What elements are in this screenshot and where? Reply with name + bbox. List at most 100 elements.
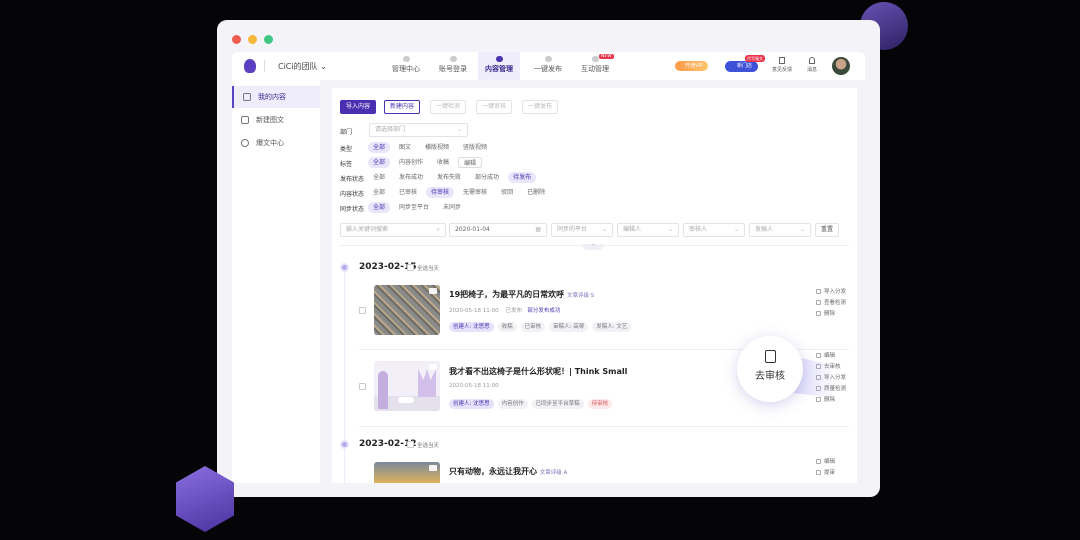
- select-day-checkbox[interactable]: [407, 264, 414, 271]
- item-tag: 创建人: 沈思思: [449, 322, 494, 332]
- close-window-button[interactable]: [232, 35, 241, 44]
- date-picker[interactable]: 2020-01-04 ▦: [449, 223, 547, 237]
- filter-option[interactable]: 编辑: [458, 157, 483, 168]
- filter-option[interactable]: 驳回: [496, 187, 518, 198]
- nav-label: 内容管理: [485, 65, 513, 73]
- feedback-label: 意见反馈: [772, 67, 793, 73]
- team-switcher[interactable]: CiCi的团队 ⌄: [278, 61, 327, 72]
- filter-option[interactable]: 全部: [368, 157, 391, 168]
- filter-option[interactable]: 同步至平台: [394, 202, 434, 213]
- filter-option[interactable]: 无需审核: [458, 187, 492, 198]
- filter-option[interactable]: 发布失败: [432, 172, 466, 183]
- action-label: 删除: [824, 311, 836, 317]
- editor-select[interactable]: 编辑人 ⌄: [617, 223, 679, 237]
- editor-placeholder: 编辑人: [623, 226, 642, 233]
- batch-publish-button[interactable]: 一键发布: [522, 100, 559, 114]
- collapse-filters-button[interactable]: ^: [582, 244, 604, 250]
- item-action-button[interactable]: 删除: [816, 309, 835, 317]
- action-icon: [816, 459, 821, 464]
- minimize-window-button[interactable]: [248, 35, 257, 44]
- feedback-button[interactable]: 意见反馈: [772, 57, 792, 73]
- nav-manage[interactable]: 管理中心: [383, 52, 429, 80]
- messages-label: 消息: [807, 67, 818, 73]
- item-tag: 收稿: [497, 322, 517, 332]
- filter-label: 类型: [340, 146, 353, 153]
- reset-button[interactable]: 重置: [815, 223, 840, 237]
- grade-label: 文章评级 A: [539, 470, 568, 476]
- item-title[interactable]: 只有动物，永远让我开心 文章评级 A: [449, 466, 567, 477]
- item-action-button[interactable]: 导入分发: [816, 287, 846, 295]
- filter-option[interactable]: 内容创作: [394, 157, 428, 168]
- filter-option[interactable]: 全部: [368, 202, 391, 213]
- filter-option[interactable]: 待发布: [508, 172, 537, 183]
- select-all-day-label: 全选当天: [417, 266, 440, 272]
- search-placeholder: 输入关键词搜索: [346, 226, 389, 233]
- new-content-button[interactable]: 新建内容: [384, 100, 421, 114]
- item-title[interactable]: 19把椅子，为最平凡的日常欢呼 文章评级 S: [449, 289, 594, 300]
- partial-success-status: 部分发布成功: [527, 308, 561, 314]
- document-icon: [779, 57, 785, 64]
- platform-placeholder: 同步的平台: [557, 226, 588, 233]
- item-checkbox[interactable]: [359, 383, 366, 390]
- filter-option[interactable]: 收稿: [432, 157, 454, 168]
- platform-select[interactable]: 同步的平台 ⌄: [551, 223, 613, 237]
- filter-option[interactable]: 全部: [368, 142, 391, 153]
- maximize-window-button[interactable]: [264, 35, 273, 44]
- messages-button[interactable]: 消息: [807, 57, 817, 73]
- filter-option[interactable]: 横版视频: [420, 142, 454, 153]
- filter-option[interactable]: 部分成功: [470, 172, 504, 183]
- item-action-button[interactable]: 编辑: [816, 457, 835, 465]
- batch-review-button[interactable]: 一键审核: [476, 100, 513, 114]
- filter-option[interactable]: 全部: [368, 172, 390, 183]
- sidebar-label: 我的内容: [258, 93, 286, 101]
- item-checkbox[interactable]: [359, 307, 366, 314]
- chevron-down-icon: ⌄: [456, 126, 462, 133]
- logo-icon: [244, 59, 256, 73]
- content-panel: 导入内容 新建内容 一键检测 一键审核 一键发布 部门 请选择部门 ⌄ 类型 全部图…: [332, 88, 857, 483]
- key-document-icon: [764, 350, 776, 363]
- nav-label: 一键发布: [534, 65, 562, 73]
- filter-option[interactable]: 已删除: [522, 187, 550, 198]
- vip-label: 开通VIP: [685, 63, 703, 69]
- new-store-button[interactable]: 新门店: [725, 61, 759, 72]
- action-label: 删除: [824, 397, 836, 403]
- item-action-button[interactable]: 提审: [816, 468, 835, 476]
- dept-select[interactable]: 请选择部门 ⌄: [369, 123, 468, 137]
- reviewer-select[interactable]: 审核人 ⌄: [683, 223, 745, 237]
- sidebar-item-hot-center[interactable]: 爆文中心: [232, 132, 320, 154]
- item-action-button[interactable]: 编辑: [816, 351, 835, 359]
- batch-check-button[interactable]: 一键检测: [430, 100, 467, 114]
- sidebar-item-new-post[interactable]: 新建图文: [232, 109, 320, 131]
- item-action-button[interactable]: 查看检测: [816, 298, 846, 306]
- filter-option[interactable]: 竖版视频: [458, 142, 492, 153]
- filter-option[interactable]: 发布成功: [394, 172, 428, 183]
- chair-thumbnail[interactable]: [374, 361, 440, 411]
- vip-button[interactable]: 开通VIP: [675, 61, 708, 71]
- keyword-search-input[interactable]: 输入关键词搜索 ⌕: [340, 223, 446, 237]
- avatar[interactable]: [832, 57, 850, 75]
- action-label: 导入分发: [824, 289, 847, 295]
- select-day-checkbox[interactable]: [407, 441, 414, 448]
- nav-account[interactable]: 账号登录: [430, 52, 476, 80]
- filter-option[interactable]: 已审核: [394, 187, 422, 198]
- nav-content[interactable]: 内容管理: [478, 52, 520, 80]
- filter-option[interactable]: 图文: [394, 142, 416, 153]
- publish-status: 已发布: [505, 308, 523, 314]
- browser-window: CiCi的团队 ⌄ 管理中心 账号登录 内容管理 一键发布 互动管理 NEW 开…: [217, 20, 880, 497]
- review-callout[interactable]: 去审核: [737, 336, 803, 402]
- nav-label: 管理中心: [392, 65, 420, 73]
- filter-option[interactable]: 未同步: [438, 202, 466, 213]
- chairs-thumbnail[interactable]: [374, 285, 440, 335]
- filter-label: 内容状态: [340, 191, 365, 198]
- chevron-down-icon: ⌄: [601, 226, 607, 233]
- publisher-select[interactable]: 发稿人 ⌄: [749, 223, 811, 237]
- filter-option[interactable]: 全部: [368, 187, 390, 198]
- manage-icon: [402, 56, 410, 62]
- import-content-button[interactable]: 导入内容: [340, 100, 377, 114]
- sidebar-item-my-content[interactable]: 我的内容: [232, 86, 320, 108]
- dog-thumbnail[interactable]: [374, 462, 440, 483]
- item-title[interactable]: 我才看不出这椅子是什么形状呢！| Think Small: [449, 366, 627, 377]
- filter-option[interactable]: 待审核: [426, 187, 455, 198]
- select-all-day-label: 全选当天: [417, 443, 440, 449]
- nav-publish[interactable]: 一键发布: [525, 52, 571, 80]
